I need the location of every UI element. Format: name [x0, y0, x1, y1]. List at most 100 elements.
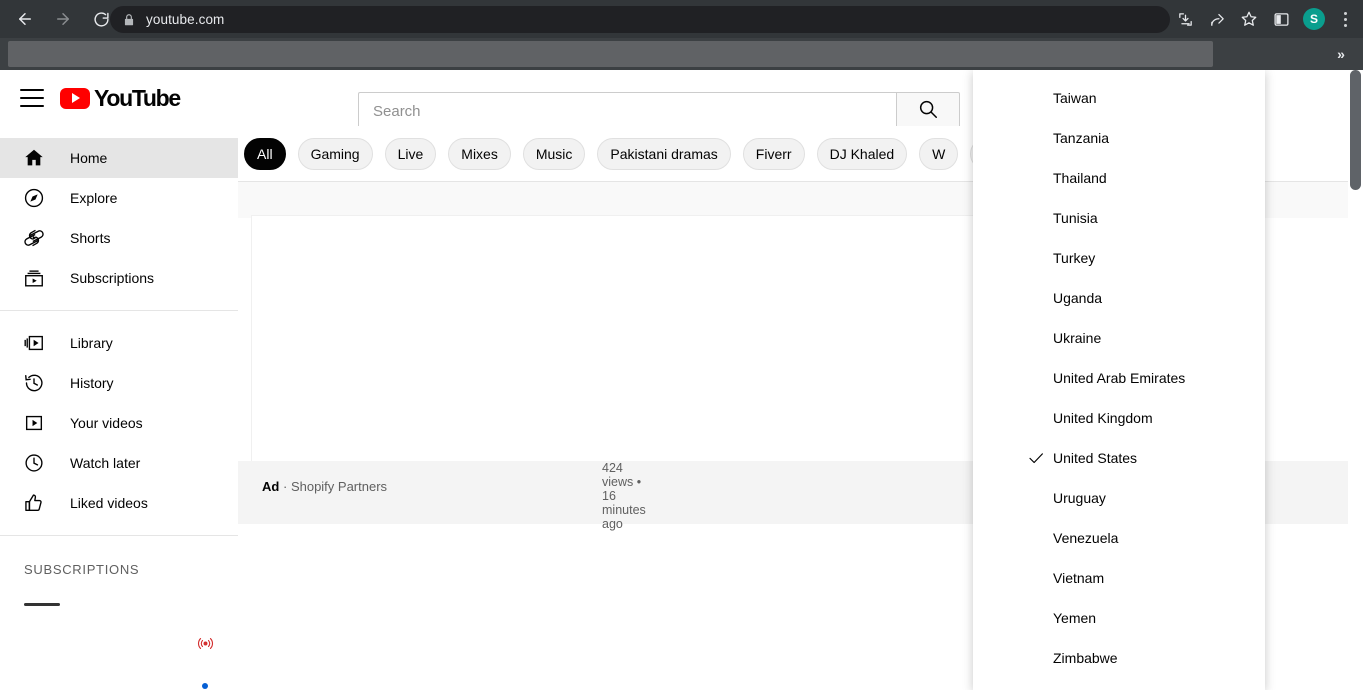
country-option-united-states[interactable]: United States [973, 438, 1265, 478]
subscriptions-icon [22, 266, 46, 290]
country-label: United Kingdom [1053, 410, 1153, 426]
sidebar-item-label: Home [70, 150, 108, 166]
youtube-logo[interactable]: YouTube [60, 84, 181, 112]
sidebar-item-label: Explore [70, 190, 118, 206]
library-icon [22, 331, 46, 355]
address-bar[interactable]: youtube.com [110, 6, 1170, 33]
url-text: youtube.com [146, 12, 225, 27]
youtube-logo-text: YouTube [94, 84, 181, 111]
search-box[interactable] [358, 92, 896, 130]
install-app-icon[interactable] [1169, 3, 1201, 35]
chip-music[interactable]: Music [522, 137, 586, 170]
subscription-skeleton-bar [24, 603, 60, 606]
sidebar-item-history[interactable]: History [0, 363, 238, 403]
clock-icon [22, 451, 46, 475]
ad-separator: · [282, 479, 288, 494]
country-option-thailand[interactable]: Thailand [973, 158, 1265, 198]
country-label: United Arab Emirates [1053, 370, 1186, 386]
browser-toolbar: youtube.com S [0, 0, 1363, 38]
sidebar-item-your-videos[interactable]: Your videos [0, 403, 238, 443]
country-label: Tunisia [1053, 210, 1098, 226]
shorts-icon [22, 226, 46, 250]
sidebar-item-explore[interactable]: Explore [0, 178, 238, 218]
country-option-united-arab-emirates[interactable]: United Arab Emirates [973, 358, 1265, 398]
sidebar-item-label: History [70, 375, 114, 391]
country-dropdown-menu: Taiwan Tanzania Thailand Tunisia Turkey … [973, 70, 1265, 690]
ad-attribution[interactable]: Ad · Shopify Partners 424 views • 16 min… [262, 461, 646, 531]
page-viewport: YouTube Search Home Explore Shorts Subsc… [0, 70, 1363, 690]
country-option-venezuela[interactable]: Venezuela [973, 518, 1265, 558]
subscription-list-item[interactable] [0, 665, 238, 690]
live-broadcast-icon [197, 635, 214, 657]
home-icon [22, 146, 46, 170]
country-option-zimbabwe[interactable]: Zimbabwe [973, 638, 1265, 678]
history-icon [22, 371, 46, 395]
chip-gaming[interactable]: Gaming [297, 137, 373, 170]
new-content-dot [202, 683, 208, 689]
search-input[interactable] [373, 102, 896, 120]
video-player-stage[interactable] [252, 216, 986, 461]
sidebar-item-subscriptions[interactable]: Subscriptions [0, 258, 238, 298]
chip-all[interactable]: All [244, 137, 286, 170]
country-option-turkey[interactable]: Turkey [973, 238, 1265, 278]
country-option-vietnam[interactable]: Vietnam [973, 558, 1265, 598]
country-label: Vietnam [1053, 570, 1105, 586]
chip-pakistani-dramas[interactable]: Pakistani dramas [597, 137, 731, 170]
chip-dj-khaled[interactable]: DJ Khaled [816, 137, 908, 170]
subscription-list-item[interactable] [0, 625, 238, 665]
bookmarks-overflow-icon[interactable]: » [1329, 38, 1353, 70]
page-scrollbar[interactable] [1348, 70, 1363, 690]
sidebar-item-home[interactable]: Home [0, 138, 238, 178]
navigation-buttons [0, 0, 120, 38]
sidebar-item-library[interactable]: Library [0, 323, 238, 363]
sidebar-item-label: Library [70, 335, 113, 351]
country-option-yemen[interactable]: Yemen [973, 598, 1265, 638]
country-label: Zimbabwe [1053, 650, 1118, 666]
scrollbar-thumb[interactable] [1350, 70, 1361, 190]
bookmark-star-icon[interactable] [1233, 3, 1265, 35]
compass-icon [22, 186, 46, 210]
share-icon[interactable] [1201, 3, 1233, 35]
chip-fiverr[interactable]: Fiverr [742, 137, 805, 170]
search-button[interactable] [896, 92, 960, 130]
sidebar-item-watch-later[interactable]: Watch later [0, 443, 238, 483]
country-label: Venezuela [1053, 530, 1119, 546]
back-button[interactable] [6, 0, 44, 38]
thumbs-up-icon [22, 491, 46, 515]
guide-menu-icon[interactable] [20, 89, 44, 107]
country-label: Uganda [1053, 290, 1103, 306]
chrome-menu-icon[interactable] [1331, 3, 1359, 35]
chip-live[interactable]: Live [384, 137, 437, 170]
sidebar-item-liked-videos[interactable]: Liked videos [0, 483, 238, 523]
check-icon [1027, 449, 1045, 467]
country-label: Taiwan [1053, 90, 1097, 106]
country-label: Thailand [1053, 170, 1107, 186]
country-option-ukraine[interactable]: Ukraine [973, 318, 1265, 358]
ad-advertiser: Shopify Partners [290, 479, 388, 494]
browser-actions: S [1169, 0, 1363, 38]
subscription-skeleton-row[interactable] [0, 585, 238, 625]
youtube-sidebar: Home Explore Shorts Subscriptions Librar… [0, 126, 238, 690]
country-option-tunisia[interactable]: Tunisia [973, 198, 1265, 238]
video-stats: 424 views • 16 minutes ago [602, 461, 646, 531]
lock-icon [122, 13, 136, 27]
side-panel-icon[interactable] [1265, 3, 1297, 35]
youtube-play-icon [60, 87, 90, 109]
sidebar-divider [0, 310, 238, 311]
country-option-united-kingdom[interactable]: United Kingdom [973, 398, 1265, 438]
sidebar-item-label: Watch later [70, 455, 141, 471]
bookmarks-bar [0, 38, 1363, 70]
ad-badge: Ad [262, 479, 280, 494]
sidebar-item-shorts[interactable]: Shorts [0, 218, 238, 258]
chrome-profile-avatar[interactable]: S [1303, 8, 1325, 30]
search-icon [917, 98, 939, 125]
country-option-tanzania[interactable]: Tanzania [973, 118, 1265, 158]
country-option-taiwan[interactable]: Taiwan [973, 78, 1265, 118]
country-option-uganda[interactable]: Uganda [973, 278, 1265, 318]
forward-button[interactable] [44, 0, 82, 38]
country-label: Turkey [1053, 250, 1096, 266]
chip-w[interactable]: W [919, 137, 959, 170]
bookmarks-placeholder [8, 41, 1213, 67]
country-option-uruguay[interactable]: Uruguay [973, 478, 1265, 518]
chip-mixes[interactable]: Mixes [448, 137, 511, 170]
